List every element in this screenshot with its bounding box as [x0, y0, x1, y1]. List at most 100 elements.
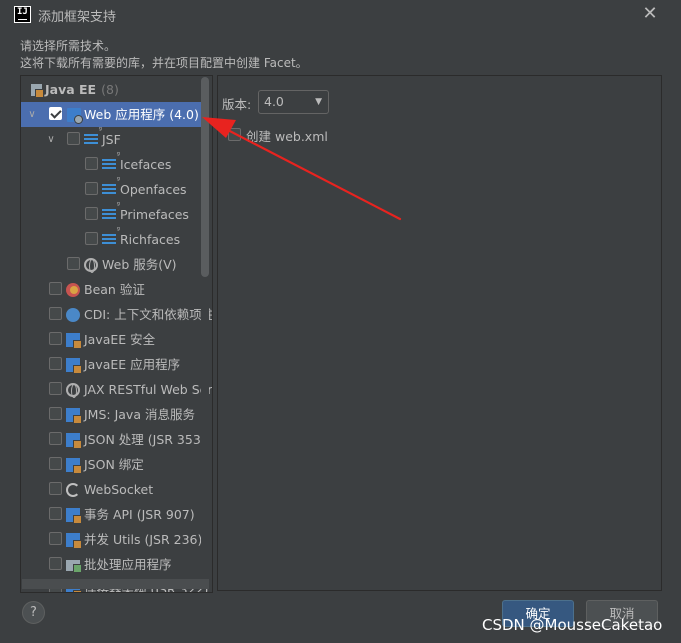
tree-item-label: 事务 API (JSR 907) — [84, 507, 195, 522]
tree-item-label: Richfaces — [120, 232, 181, 247]
tree-item-label: 并发 Utils (JSR 236) — [84, 532, 203, 547]
checkbox-web-services[interactable] — [67, 257, 80, 270]
checkbox-javaee-application[interactable] — [49, 357, 62, 370]
tree-item-label: Bean 验证 — [84, 282, 145, 297]
version-dropdown[interactable]: 4.0 ▼ — [258, 90, 329, 114]
tree-item-javaee-application[interactable]: JavaEE 应用程序 — [21, 352, 212, 377]
tree-item-label: JSON 处理 (JSR 353) — [84, 432, 206, 447]
watermark: CSDN @MousseCaketao — [482, 616, 663, 634]
chevron-down-icon[interactable]: ∨ — [45, 127, 57, 152]
tree-vertical-scrollbar[interactable] — [201, 77, 209, 582]
module-icon — [66, 333, 82, 349]
tree-item-batch-applications[interactable]: 批处理应用程序 — [21, 552, 212, 577]
tree-item-cdi[interactable]: CDI: 上下文和依赖项注 — [21, 302, 212, 327]
tree-item-transaction-api[interactable]: 事务 API (JSR 907) — [21, 502, 212, 527]
version-label: 版本: — [222, 97, 252, 112]
scrollbar-thumb[interactable] — [201, 77, 209, 277]
dialog-title: 添加框架支持 — [38, 10, 117, 25]
checkbox-bean-validation[interactable] — [49, 282, 62, 295]
tree-item-label: Icefaces — [120, 157, 172, 172]
chevron-down-icon[interactable]: ∨ — [26, 102, 38, 127]
tree-group-java-ee: Java EE (8) — [21, 77, 212, 102]
module-icon — [66, 408, 82, 424]
checkbox-primefaces[interactable] — [85, 207, 98, 220]
tree-item-web-services[interactable]: Web 服务(V) — [21, 252, 212, 277]
version-value: 4.0 — [264, 94, 284, 109]
tree-item-icefaces[interactable]: Icefaces — [21, 150, 212, 177]
module-icon — [66, 358, 82, 374]
group-label: Java EE — [45, 82, 97, 97]
tree-item-label: JMS: Java 消息服务 — [84, 407, 195, 422]
checkbox-jms[interactable] — [49, 407, 62, 420]
tree-item-jax-restful[interactable]: JAX RESTful Web Serv — [21, 377, 212, 402]
checkbox-json-processing[interactable] — [49, 432, 62, 445]
tree-item-label: JavaEE 应用程序 — [84, 357, 181, 372]
help-button[interactable]: ? — [22, 601, 45, 624]
java-ee-group-icon — [31, 84, 44, 98]
checkbox-concurrency-utils[interactable] — [49, 532, 62, 545]
module-icon — [66, 458, 82, 474]
tree-item-label: Primefaces — [120, 207, 189, 222]
checkbox-batch-applications[interactable] — [49, 557, 62, 570]
tree-item-label: 批处理应用程序 — [84, 557, 172, 572]
framework-tree[interactable]: Java EE (8) ∨ Web 应用程序 (4.0) ∨ JSF Icefac… — [20, 75, 213, 593]
jsf-icon — [102, 200, 120, 221]
checkbox-jsf[interactable] — [67, 132, 80, 145]
checkbox-transaction-api[interactable] — [49, 507, 62, 520]
close-icon[interactable]: ✕ — [641, 4, 659, 24]
bean-icon — [66, 283, 80, 297]
folder-icon — [66, 560, 82, 573]
globe-icon — [84, 258, 98, 273]
web-module-icon — [67, 108, 83, 124]
checkbox-javaee-security[interactable] — [49, 332, 62, 345]
intellij-app-icon: IJ — [14, 6, 31, 23]
tree-item-jsf[interactable]: ∨ JSF — [21, 125, 212, 152]
tree-item-label: JAX RESTful Web Serv — [84, 382, 213, 397]
checkbox-jax-restful[interactable] — [49, 382, 62, 395]
tree-item-label: Web 服务(V) — [102, 257, 177, 272]
tree-item-primefaces[interactable]: Primefaces — [21, 200, 212, 227]
create-webxml-checkbox[interactable] — [228, 128, 241, 141]
module-icon — [66, 508, 82, 524]
tree-item-label: Openfaces — [120, 182, 187, 197]
tree-item-concurrency-utils[interactable]: 并发 Utils (JSR 236) — [21, 527, 212, 552]
tree-item-label: JSON 绑定 — [84, 457, 144, 472]
title-bar: IJ 添加框架支持 ✕ — [0, 0, 681, 30]
tree-item-label: JSF — [102, 132, 121, 147]
group-count: (8) — [101, 82, 119, 97]
tree-item-jms[interactable]: JMS: Java 消息服务 — [21, 402, 212, 427]
tree-item-richfaces[interactable]: Richfaces — [21, 225, 212, 252]
tree-item-label: CDI: 上下文和依赖项注 — [84, 307, 213, 322]
tree-item-label: JavaEE 安全 — [84, 332, 156, 347]
description-line-2: 这将下载所有需要的库，并在项目配置中创建 Facet。 — [20, 56, 308, 70]
module-icon — [66, 433, 82, 449]
tree-item-json-processing[interactable]: JSON 处理 (JSR 353) — [21, 427, 212, 452]
jsf-icon — [102, 225, 120, 246]
module-icon — [66, 533, 82, 549]
tree-item-bean-validation[interactable]: Bean 验证 — [21, 277, 212, 302]
tree-item-openfaces[interactable]: Openfaces — [21, 175, 212, 202]
jsf-icon — [102, 175, 120, 196]
dropdown-arrow-icon: ▼ — [315, 97, 322, 107]
tree-horizontal-scrollbar[interactable] — [22, 579, 209, 589]
create-webxml-label: 创建 web.xml — [246, 129, 328, 144]
tree-item-web-application[interactable]: ∨ Web 应用程序 (4.0) — [21, 102, 206, 127]
tree-item-javaee-security[interactable]: JavaEE 安全 — [21, 327, 212, 352]
checkbox-json-binding[interactable] — [49, 457, 62, 470]
tree-item-json-binding[interactable]: JSON 绑定 — [21, 452, 212, 477]
tree-item-websocket[interactable]: WebSocket — [21, 477, 212, 502]
tree-item-label: WebSocket — [84, 482, 154, 497]
tree-item-label: Web 应用程序 (4.0) — [84, 107, 199, 122]
checkbox-cdi[interactable] — [49, 307, 62, 320]
cdi-icon — [66, 308, 80, 322]
checkbox-websocket[interactable] — [49, 482, 62, 495]
checkbox-icefaces[interactable] — [85, 157, 98, 170]
checkbox-openfaces[interactable] — [85, 182, 98, 195]
jsf-icon — [84, 125, 102, 146]
globe-icon — [66, 383, 80, 398]
checkbox-web-application[interactable] — [49, 107, 62, 120]
jsf-icon — [102, 150, 120, 171]
settings-panel — [217, 75, 662, 591]
checkbox-richfaces[interactable] — [85, 232, 98, 245]
description-line-1: 请选择所需技术。 — [20, 39, 117, 53]
